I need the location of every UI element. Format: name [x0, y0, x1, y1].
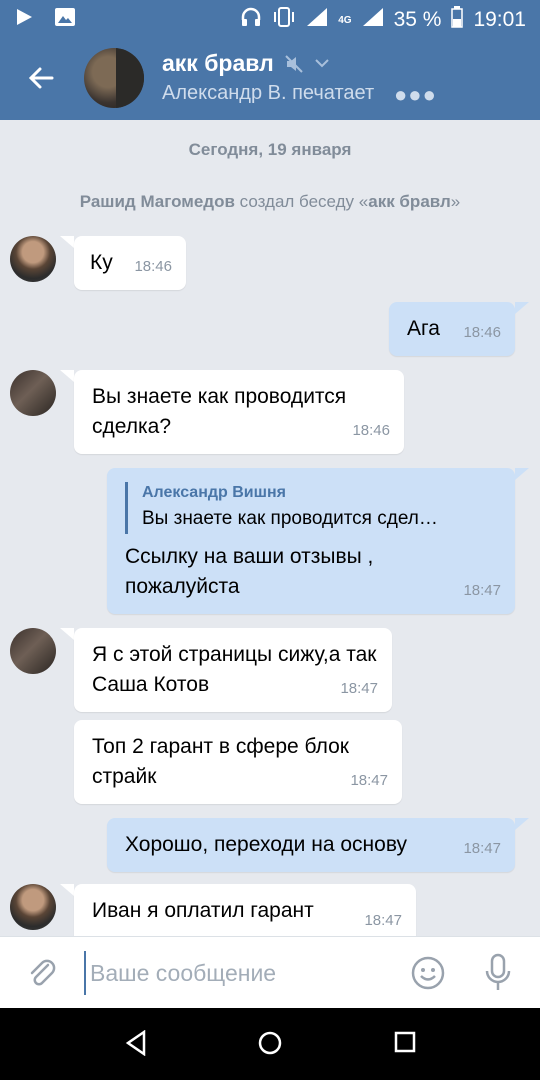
app-bar: акк бравл Александр В. печатает ●●● — [0, 36, 540, 120]
network-4g-label: 4G — [338, 14, 352, 26]
bubble-tail — [515, 468, 529, 480]
mute-icon — [284, 54, 304, 79]
avatar[interactable] — [10, 236, 56, 282]
message-input[interactable] — [84, 951, 390, 995]
play-icon — [14, 7, 34, 33]
message-time: 18:47 — [350, 772, 388, 789]
message-bubble[interactable]: Ку 18:46 — [74, 236, 186, 290]
message-bubble[interactable]: Вы знаете как проводится сделка? 18:46 — [74, 370, 404, 454]
message-text: Иван я оплатил гарант — [92, 899, 314, 922]
arrow-left-icon — [28, 67, 54, 89]
headphones-icon — [240, 6, 262, 34]
status-bar: 4G 35 % 19:01 — [0, 0, 540, 36]
typing-status: Александр В. печатает — [162, 82, 375, 104]
message-text: Вы знаете как проводится сделка? — [92, 385, 347, 438]
message-bubble[interactable]: Александр Вишня Вы знаете как проводится… — [107, 468, 515, 614]
message-text: Хорошо, переходи на основу — [125, 833, 408, 856]
message-bubble[interactable]: Ага 18:46 — [389, 302, 515, 356]
battery-percent: 35 % — [393, 8, 442, 31]
message-time: 18:47 — [364, 912, 402, 929]
system-message-close: » — [450, 192, 461, 211]
back-button[interactable] — [22, 58, 62, 98]
message-time: 18:47 — [463, 840, 501, 857]
message-bubble[interactable]: Хорошо, переходи на основу 18:47 — [107, 818, 515, 872]
reply-text: Вы знаете как проводится сдел… — [142, 508, 438, 529]
message-time: 18:46 — [352, 422, 390, 439]
clock: 19:01 — [473, 8, 526, 31]
chat-title[interactable]: акк бравл — [162, 50, 274, 77]
microphone-icon[interactable] — [482, 953, 514, 998]
bubble-tail — [515, 302, 529, 314]
chat-avatar[interactable] — [84, 48, 144, 108]
battery-icon — [451, 6, 464, 34]
system-message-action: создал беседу « — [234, 192, 369, 211]
nav-home-icon[interactable] — [257, 1030, 283, 1061]
avatar[interactable] — [10, 628, 56, 674]
emoji-icon[interactable] — [410, 955, 446, 996]
bubble-tail — [60, 628, 74, 640]
bubble-tail — [515, 818, 529, 830]
system-message-actor[interactable]: Рашид Магомедов — [80, 192, 235, 211]
avatar[interactable] — [10, 884, 56, 930]
signal-icon — [306, 7, 328, 33]
image-icon — [54, 7, 76, 33]
paperclip-icon[interactable] — [24, 955, 60, 996]
composer — [0, 936, 540, 1009]
message-text: Я с этой страницы сижу,а так Саша Котов — [92, 643, 377, 696]
message-bubble[interactable]: Иван я оплатил гарант 18:47 — [74, 884, 416, 936]
message-bubble[interactable]: Я с этой страницы сижу,а так Саша Котов … — [74, 628, 392, 712]
date-divider: Сегодня, 19 января — [188, 140, 352, 159]
bubble-tail — [60, 236, 74, 248]
avatar[interactable] — [10, 370, 56, 416]
message-list[interactable]: Сегодня, 19 января Рашид Магомедов созда… — [0, 120, 540, 936]
message-time: 18:46 — [463, 324, 501, 341]
chevron-down-icon[interactable] — [314, 56, 330, 75]
message-time: 18:47 — [463, 582, 501, 599]
message-time: 18:47 — [340, 680, 378, 697]
reply-author: Александр Вишня — [142, 484, 286, 501]
message-text: Топ 2 гарант в сфере блок страйк — [92, 735, 349, 788]
system-message-chat-name: акк бравл — [368, 192, 451, 211]
typing-dots: ●●● — [394, 82, 437, 107]
vibrate-icon — [272, 6, 296, 34]
message-text: Ссылку на ваши отзывы , пожалуйста — [125, 545, 374, 598]
system-nav-bar — [0, 1008, 540, 1080]
system-message: Рашид Магомедов создал беседу «акк бравл… — [0, 192, 540, 212]
bubble-tail — [60, 884, 74, 896]
message-time: 18:46 — [134, 258, 172, 275]
bubble-tail — [60, 370, 74, 382]
nav-recents-icon[interactable] — [393, 1030, 417, 1059]
nav-back-icon[interactable] — [124, 1029, 148, 1061]
message-bubble[interactable]: Топ 2 гарант в сфере блок страйк 18:47 — [74, 720, 402, 804]
reply-quote[interactable]: Александр Вишня Вы знаете как проводится… — [125, 482, 497, 534]
signal-icon-2 — [362, 7, 384, 33]
